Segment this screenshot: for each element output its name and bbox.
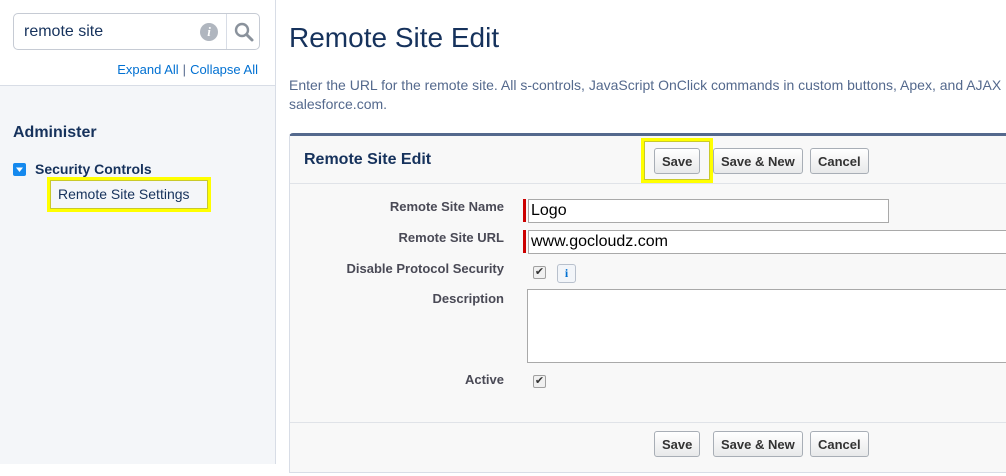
remote-site-name-input[interactable] [528,199,889,223]
search-divider [226,14,227,49]
intro-line-2: salesforce.com. [289,96,388,112]
intro-line-1: Enter the URL for the remote site. All s… [289,77,1006,93]
panel-header: Remote Site Edit Save Save & New Cancel [290,136,1006,184]
cancel-button[interactable]: Cancel [810,148,869,174]
disable-protocol-security-label: Disable Protocol Security [346,261,505,276]
info-icon[interactable]: i [557,264,576,283]
active-label: Active [464,372,504,387]
sidebar-section-title: Administer [13,124,97,141]
setup-search-box: i [13,13,260,50]
page-description: Enter the URL for the remote site. All s… [289,76,1006,114]
panel-footer: Save Save & New Cancel [290,422,1006,476]
save-button[interactable]: Save [654,431,701,457]
cancel-button[interactable]: Cancel [810,431,869,457]
sidebar-item-remote-site-settings[interactable]: Remote Site Settings [47,177,211,212]
setup-sidebar: i Expand All |Collapse All Administer Sec… [0,0,276,464]
search-icon[interactable] [230,18,258,46]
save-button[interactable]: Save [654,148,701,174]
page-title: Remote Site Edit [289,22,500,53]
edit-panel: Remote Site Edit Save Save & New Cancel … [289,133,1006,473]
remote-site-url-label: Remote Site URL [398,230,504,245]
expand-all-link[interactable]: Expand All [117,62,178,77]
description-textarea[interactable] [527,289,1006,363]
save-and-new-button[interactable]: Save & New [713,148,803,174]
disable-protocol-security-checkbox[interactable]: ✔ [533,266,546,279]
sidebar-search-area: i Expand All |Collapse All [0,0,275,86]
collapse-all-link[interactable]: Collapse All [190,62,258,77]
link-separator: | [182,62,187,77]
panel-title: Remote Site Edit [304,151,432,168]
info-icon[interactable]: i [200,23,218,41]
active-checkbox[interactable]: ✔ [533,375,546,388]
required-indicator [523,199,526,222]
required-indicator [523,230,526,253]
description-label: Description [432,291,504,306]
save-and-new-button[interactable]: Save & New [713,431,803,457]
remote-site-name-label: Remote Site Name [389,199,504,214]
remote-site-url-input[interactable] [528,230,1006,254]
collapse-toggle-icon[interactable] [13,163,26,176]
sidebar-group-label: Security Controls [35,161,152,177]
expand-collapse-links: Expand All | Collapse All [117,62,258,77]
search-input[interactable] [24,21,199,43]
